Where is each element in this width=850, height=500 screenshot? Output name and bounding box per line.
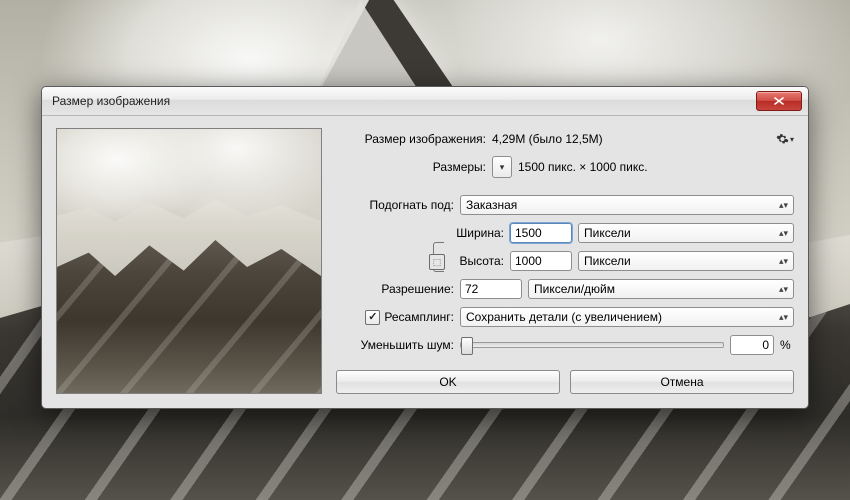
- label-resample: Ресамплинг:: [384, 310, 454, 324]
- updown-icon: ▴▾: [779, 284, 788, 295]
- label-reduce-noise: Уменьшить шум:: [336, 338, 454, 352]
- updown-icon: ▴▾: [779, 256, 788, 267]
- row-resolution: Разрешение: Пиксели/дюйм ▴▾: [336, 278, 794, 300]
- dialog-body: Размер изображения: 4,29M (было 12,5M) ▾…: [42, 116, 808, 408]
- label-dimensions: Размеры:: [336, 160, 486, 174]
- label-image-size: Размер изображения:: [336, 132, 486, 146]
- select-resolution-unit[interactable]: Пиксели/дюйм ▴▾: [528, 279, 794, 299]
- settings-panel: Размер изображения: 4,29M (было 12,5M) ▾…: [336, 128, 794, 394]
- row-dimensions: Размеры: ▾ 1500 пикс. × 1000 пикс.: [336, 156, 794, 178]
- image-preview[interactable]: [56, 128, 322, 394]
- row-fit-to: Подогнать под: Заказная ▴▾: [336, 194, 794, 216]
- slider-thumb[interactable]: [461, 337, 473, 355]
- cancel-button-label: Отмена: [660, 375, 703, 389]
- select-fit-to-value: Заказная: [466, 198, 517, 212]
- value-dimensions: 1500 пикс. × 1000 пикс.: [518, 160, 648, 174]
- input-height[interactable]: [510, 251, 572, 271]
- link-icon: ⬚: [429, 254, 445, 270]
- cancel-button[interactable]: Отмена: [570, 370, 794, 394]
- updown-icon: ▴▾: [779, 228, 788, 239]
- select-width-unit-value: Пиксели: [584, 226, 631, 240]
- row-resample: Ресамплинг: Сохранить детали (с увеличен…: [336, 306, 794, 328]
- updown-icon: ▴▾: [779, 200, 788, 211]
- select-resample-method[interactable]: Сохранить детали (с увеличением) ▴▾: [460, 307, 794, 327]
- gear-dropdown-indicator: ▾: [790, 135, 794, 144]
- dialog-button-row: OK Отмена: [336, 370, 794, 394]
- ok-button[interactable]: OK: [336, 370, 560, 394]
- select-resample-method-value: Сохранить детали (с увеличением): [466, 310, 662, 324]
- select-height-unit-value: Пиксели: [584, 254, 631, 268]
- close-button[interactable]: [756, 91, 802, 111]
- close-icon: [774, 97, 784, 105]
- dialog-titlebar[interactable]: Размер изображения: [42, 87, 808, 116]
- select-width-unit[interactable]: Пиксели ▴▾: [578, 223, 794, 243]
- label-noise-percent: %: [780, 338, 794, 352]
- updown-icon: ▴▾: [779, 312, 788, 323]
- input-resolution[interactable]: [460, 279, 522, 299]
- ok-button-label: OK: [439, 375, 456, 389]
- image-size-dialog: Размер изображения Размер изображения: 4…: [41, 86, 809, 409]
- label-resolution: Разрешение:: [336, 282, 454, 296]
- dimensions-unit-dropdown[interactable]: ▾: [492, 156, 512, 178]
- chevron-down-icon: ▾: [500, 162, 505, 173]
- gear-icon: [776, 132, 789, 146]
- dimension-link-group: ⬚ Ширина: Пиксели ▴▾ Высота:: [336, 222, 794, 272]
- dialog-title: Размер изображения: [52, 94, 756, 108]
- label-fit-to: Подогнать под:: [336, 198, 454, 212]
- label-height: Высота:: [448, 254, 504, 268]
- value-image-size: 4,29M (было 12,5M): [492, 132, 770, 146]
- row-height: Высота: Пиксели ▴▾: [448, 250, 794, 272]
- input-reduce-noise[interactable]: [730, 335, 774, 355]
- slider-reduce-noise[interactable]: [460, 342, 724, 348]
- row-image-size: Размер изображения: 4,29M (было 12,5M) ▾: [336, 128, 794, 150]
- row-reduce-noise: Уменьшить шум: %: [336, 334, 794, 356]
- row-width: Ширина: Пиксели ▴▾: [448, 222, 794, 244]
- select-height-unit[interactable]: Пиксели ▴▾: [578, 251, 794, 271]
- input-width[interactable]: [510, 223, 572, 243]
- constrain-proportions-toggle[interactable]: ⬚: [432, 242, 444, 252]
- settings-gear-button[interactable]: ▾: [776, 130, 794, 148]
- label-width: Ширина:: [448, 226, 504, 240]
- select-fit-to[interactable]: Заказная ▴▾: [460, 195, 794, 215]
- checkbox-resample[interactable]: [365, 310, 380, 325]
- select-resolution-unit-value: Пиксели/дюйм: [534, 282, 615, 296]
- spacer: [336, 184, 794, 188]
